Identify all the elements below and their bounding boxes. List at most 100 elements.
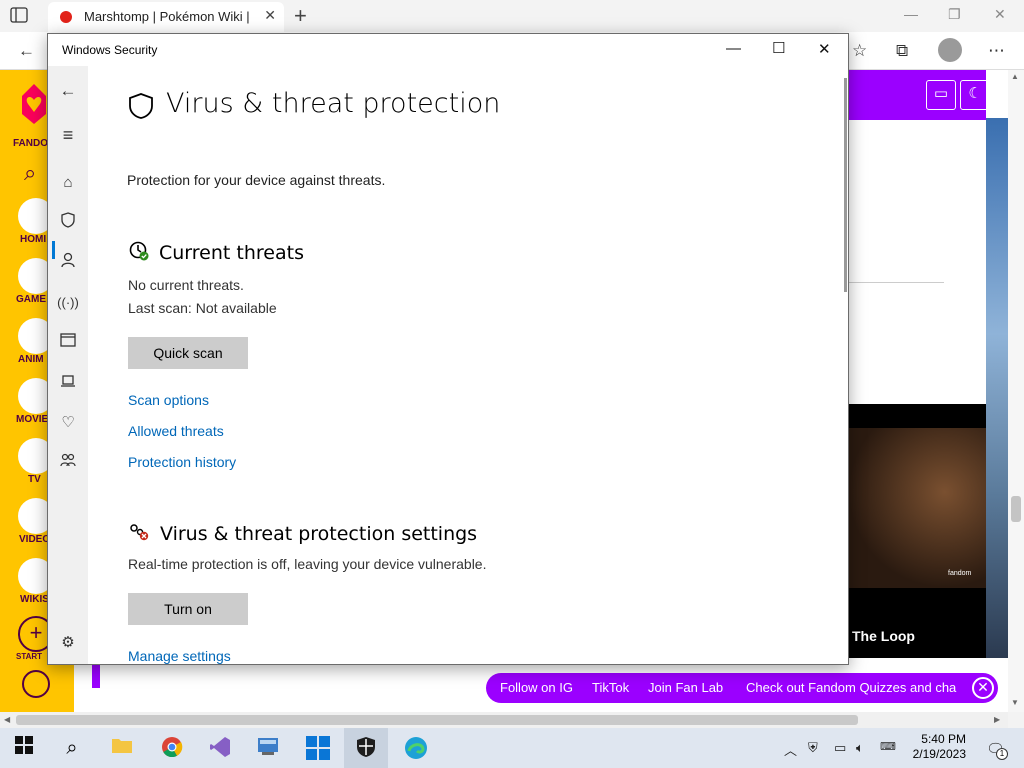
video-player[interactable]: fandom The Loop [848,404,986,658]
browser-restore-icon[interactable]: ❐ [948,6,961,23]
tiktok-link[interactable]: TikTok [592,680,629,695]
realtime-status-text: Real-time protection is off, leaving you… [128,556,487,572]
ws-window-title: Windows Security [62,43,158,57]
ws-maximize-icon[interactable]: ☐ [772,39,785,57]
quizzes-link[interactable]: Check out Fandom Quizzes and cha [746,680,956,695]
settings-gear-icon[interactable]: ⚙ [56,632,80,654]
start-windows-icon[interactable] [12,736,36,760]
fan-lab-link[interactable]: Join Fan Lab [648,680,723,695]
browser-tab[interactable]: Marshtomp | Pokémon Wiki | Far ✕ [48,2,284,32]
ws-nav-rail: ← ≡ ⌂ ((·)) ♡ ⚙ [48,66,88,664]
nav-home-label: HOMI [20,234,47,245]
ws-content: Virus & threat protection Protection for… [88,66,848,664]
nav-wikis-label: WIKIS [20,594,49,605]
user-account-icon[interactable] [22,670,50,698]
browser-tab-bar: Marshtomp | Pokémon Wiki | Far ✕ + — ❐ ✕ [0,0,1024,32]
quick-scan-button[interactable]: Quick scan [128,337,248,369]
ws-close-icon[interactable]: ✕ [818,40,831,58]
divider [848,282,944,283]
video-title: The Loop [852,628,915,644]
keyboard-icon[interactable]: ⌨ [880,740,896,753]
follow-ig-link[interactable]: Follow on IG [500,680,573,695]
current-threats-heading: Current threats [159,242,304,264]
tab-close-icon[interactable]: ✕ [264,7,276,24]
back-arrow-icon[interactable]: ← [18,41,35,61]
nav-video-label: VIDEO [19,534,51,545]
security-tray-icon[interactable]: ⛨ [808,740,818,756]
page-scroll-thumb[interactable] [1011,496,1021,522]
taskbar: ⌕ ︿ ⛨ ▭ 🔈︎ ⌨ 5:40 PM 2/19/2023 🗨︎ 1 [0,728,1024,768]
scan-options-link[interactable]: Scan options [128,392,209,408]
allowed-threats-link[interactable]: Allowed threats [128,423,224,439]
clock[interactable]: 5:40 PM 2/19/2023 [904,732,966,762]
settings-heading: Virus & threat protection settings [160,523,478,545]
shield-icon[interactable] [56,212,80,234]
profile-avatar-icon[interactable] [938,38,962,62]
clock-date: 2/19/2023 [912,747,966,761]
more-options-icon[interactable]: ⋯ [988,41,1005,61]
tab-actions-icon[interactable] [10,7,38,25]
browser-minimize-icon[interactable]: — [904,6,918,22]
fan-bar-close-icon[interactable]: ✕ [972,677,994,699]
family-options-icon[interactable] [56,452,80,474]
page-horizontal-scrollbar[interactable]: ◀ ▶ [0,712,1008,728]
windows-app-icon[interactable] [306,736,330,760]
home-icon[interactable]: ⌂ [56,172,80,194]
ws-minimize-icon[interactable]: — [726,40,741,57]
video-thumbnail [848,428,986,588]
file-explorer-icon[interactable] [110,736,134,760]
fan-feed-bar: Follow on IG TikTok Join Fan Lab Check o… [486,673,998,703]
page-accent [92,664,100,688]
clock-time: 5:40 PM [921,732,966,746]
discussions-icon[interactable]: ▭ [926,80,956,110]
app-browser-control-icon[interactable] [56,332,80,354]
h-scroll-thumb[interactable] [16,715,858,725]
volume-icon[interactable]: 🔈︎ [856,740,864,756]
windows-security-taskbar-icon[interactable] [354,736,378,760]
protection-history-link[interactable]: Protection history [128,454,236,470]
device-health-icon[interactable]: ♡ [56,412,80,434]
dark-mode-moon-icon[interactable]: ☾ [960,80,990,110]
chrome-icon[interactable] [160,736,184,760]
threats-status-text: No current threats. [128,277,244,293]
scroll-left-arrow-icon: ◀ [4,715,11,724]
page-subtitle: Protection for your device against threa… [127,172,386,188]
nav-games-label: GAME [16,294,46,305]
favorites-star-icon[interactable]: ☆ [852,41,867,61]
page-shield-icon [128,92,154,125]
nav-active-indicator [52,241,55,259]
nav-movies-label: MOVIE [16,414,49,425]
ws-titlebar[interactable]: Windows Security — ☐ ✕ [48,34,848,66]
hamburger-menu-icon[interactable]: ≡ [56,124,80,146]
pokeball-favicon-icon [60,11,72,23]
network-tray-icon[interactable]: ▭ [834,740,846,756]
turn-on-button[interactable]: Turn on [128,593,248,625]
page-title: Virus & threat protection [166,88,501,119]
tray-overflow-chevron-icon[interactable]: ︿ [784,740,797,759]
nav-tv-label: TV [28,474,41,485]
control-panel-icon[interactable] [256,736,280,760]
settings-warning-icon [128,522,150,547]
device-security-icon[interactable] [56,372,80,394]
video-brand: fandom [948,570,972,577]
search-icon[interactable]: ⌕ [60,736,84,760]
ws-scrollbar[interactable] [844,78,847,292]
fandom-header-bar: ▭ ☾ [848,70,990,120]
fandom-label: FANDO [13,138,48,149]
manage-settings-link[interactable]: Manage settings [128,648,231,664]
new-tab-button[interactable]: + [294,3,307,29]
fandom-logo-icon[interactable] [18,82,50,126]
page-vertical-scrollbar[interactable]: ▲ ▼ [1008,70,1024,712]
nav-start-label: START [16,652,43,661]
account-protection-icon[interactable] [56,252,80,274]
scroll-right-arrow-icon: ▶ [994,715,1001,724]
back-arrow-icon[interactable]: ← [56,80,80,102]
visual-studio-icon[interactable] [208,736,232,760]
nav-anime-label: ANIM [18,354,44,365]
browser-close-icon[interactable]: ✕ [994,6,1006,23]
search-icon[interactable]: ⌕ [24,160,36,186]
edge-icon[interactable] [404,736,428,760]
collections-icon[interactable]: ⧉ [896,41,908,61]
notification-count-badge: 1 [996,748,1008,760]
firewall-network-icon[interactable]: ((·)) [56,292,80,314]
